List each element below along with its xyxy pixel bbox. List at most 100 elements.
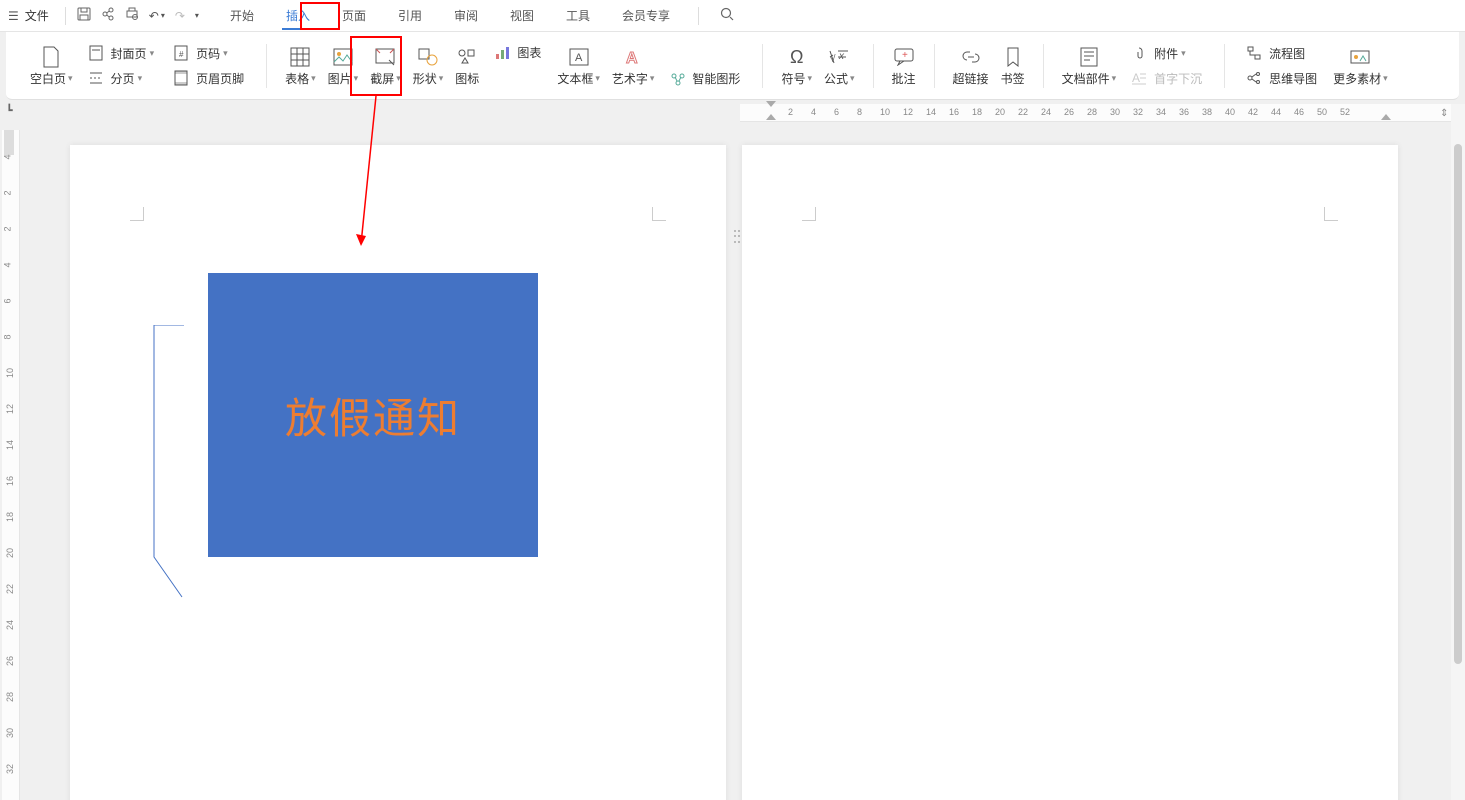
ruler-tick: 26 (1064, 107, 1074, 117)
hamburger-icon[interactable]: ☰ (8, 9, 19, 23)
tab-tools[interactable]: 工具 (554, 0, 602, 32)
redo-icon[interactable]: ↷ (175, 9, 185, 23)
scroll-thumb[interactable] (1454, 144, 1462, 664)
doc-parts-icon (1080, 44, 1098, 70)
ruler-tick: 18 (972, 107, 982, 117)
tab-view[interactable]: 视图 (498, 0, 546, 32)
tab-reference[interactable]: 引用 (386, 0, 434, 32)
ruler-tick: 20 (995, 107, 1005, 117)
dropcap-label: 首字下沉 (1154, 70, 1202, 87)
tab-page[interactable]: 页面 (330, 0, 378, 32)
page-1[interactable]: 放假通知 (70, 145, 726, 800)
freeform-line-shape[interactable] (152, 325, 192, 605)
margin-corner-mark (130, 207, 144, 221)
ruler-tick: 28 (5, 692, 15, 702)
textbox-button[interactable]: A 文本框▾ (551, 36, 606, 96)
dropcap-button[interactable]: A 首字下沉 (1128, 66, 1206, 91)
chart-label: 图表 (517, 44, 541, 61)
ruler-tick: 30 (1110, 107, 1120, 117)
ruler-tick: 32 (5, 764, 15, 774)
flowchart-icon (1247, 46, 1265, 60)
attach-dropcap-col: 附件▾ A 首字下沉 (1122, 39, 1212, 93)
tab-member[interactable]: 会员专享 (610, 0, 682, 32)
vertical-ruler[interactable]: 422468101214161820222426283032 (2, 130, 20, 800)
svg-text:x: x (838, 51, 845, 62)
collapse-ribbon-handle[interactable]: ⇕ (1440, 108, 1450, 122)
ruler-tick: 14 (926, 107, 936, 117)
header-footer-icon (174, 70, 192, 86)
save-icon[interactable] (77, 7, 91, 24)
undo-icon[interactable]: ↶ (149, 9, 159, 23)
undo-dropdown[interactable]: ▾ (161, 11, 165, 20)
screenshot-button[interactable]: 截屏▾ (364, 36, 407, 96)
vertical-scrollbar[interactable] (1451, 104, 1465, 800)
ribbon-group-diagrams: 流程图 思维导图 更多素材▾ (1229, 32, 1402, 99)
cover-icon (89, 45, 107, 61)
tab-insert[interactable]: 插入 (274, 0, 322, 32)
ruler-tick: 52 (1340, 107, 1350, 117)
search-icon[interactable] (720, 7, 735, 25)
svg-text:A: A (626, 50, 638, 67)
more-material-button[interactable]: 更多素材▾ (1327, 36, 1394, 96)
ribbon-group-pages: 空白页▾ 封面页▾ 分页▾ # 页码▾ (16, 32, 262, 99)
icon-button[interactable]: 图标 (449, 36, 485, 96)
tab-review[interactable]: 审阅 (442, 0, 490, 32)
picture-label: 图片 (328, 70, 352, 87)
dropcap-icon: A (1132, 71, 1150, 85)
page-2[interactable] (742, 145, 1398, 800)
print-preview-icon[interactable] (125, 7, 139, 24)
svg-text:#: # (179, 50, 184, 59)
ribbon-separator (762, 44, 763, 88)
wordart-label: 艺术字 (612, 70, 648, 87)
symbol-label: 符号 (781, 70, 805, 87)
shape-button[interactable]: 形状▾ (407, 36, 450, 96)
cover-button[interactable]: 封面页▾ (85, 41, 159, 66)
chart-button[interactable]: 图表 (491, 40, 545, 66)
mindmap-button[interactable]: 思维导图 (1243, 66, 1321, 91)
wordart-button[interactable]: A 艺术字▾ (606, 36, 661, 96)
chart-col: 图表 (485, 38, 551, 94)
flowchart-button[interactable]: 流程图 (1243, 41, 1321, 66)
ruler-tick: 16 (5, 476, 15, 486)
bookmark-button[interactable]: 书签 (995, 36, 1031, 96)
ruler-tick: 12 (5, 404, 15, 414)
ruler-tick: 40 (1225, 107, 1235, 117)
smartart-button[interactable]: 智能图形 (666, 66, 744, 92)
rectangle-shape[interactable]: 放假通知 (208, 273, 538, 557)
attachment-button[interactable]: 附件▾ (1128, 41, 1206, 66)
dropdown-more-icon[interactable]: ▾ (195, 11, 199, 20)
bookmark-icon (1005, 44, 1021, 70)
doc-parts-button[interactable]: 文档部件▾ (1056, 36, 1123, 96)
equation-label: 公式 (824, 70, 848, 87)
header-footer-button[interactable]: 页眉页脚 (170, 66, 248, 91)
mindmap-icon (1247, 71, 1265, 85)
ruler-tick: 46 (1294, 107, 1304, 117)
table-button[interactable]: 表格▾ (279, 36, 322, 96)
blank-page-button[interactable]: 空白页▾ (24, 36, 79, 96)
pagenum-col: # 页码▾ 页眉页脚 (164, 39, 254, 93)
section-break-button[interactable]: 分页▾ (85, 66, 159, 91)
flow-mind-col: 流程图 思维导图 (1237, 39, 1327, 93)
wordart-icon: A (623, 44, 643, 70)
equation-button[interactable]: √x 公式▾ (818, 36, 861, 96)
hyperlink-button[interactable]: 超链接 (947, 36, 995, 96)
ruler-tick: 28 (1087, 107, 1097, 117)
ruler-tick: 10 (5, 368, 15, 378)
file-menu[interactable]: 文件 (25, 7, 49, 24)
picture-button[interactable]: 图片▾ (322, 36, 365, 96)
comment-icon: + (894, 44, 914, 70)
comment-button[interactable]: + 批注 (886, 36, 922, 96)
horizontal-ruler[interactable]: 2468101214161820222426283032343638404244… (740, 104, 1451, 122)
ruler-tick: 4 (811, 107, 816, 117)
share-icon[interactable] (101, 7, 115, 24)
tab-stop-selector[interactable]: ┗ (6, 104, 20, 118)
header-footer-label: 页眉页脚 (196, 70, 244, 87)
equation-icon: √x (828, 44, 850, 70)
cover-section-col: 封面页▾ 分页▾ (79, 39, 165, 93)
tab-start[interactable]: 开始 (218, 0, 266, 32)
symbol-button[interactable]: Ω 符号▾ (775, 36, 818, 96)
ribbon-group-symbols: Ω 符号▾ √x 公式▾ (767, 32, 868, 99)
page-number-button[interactable]: # 页码▾ (170, 41, 248, 66)
smartart-label: 智能图形 (692, 70, 740, 87)
margin-corner-mark (652, 207, 666, 221)
